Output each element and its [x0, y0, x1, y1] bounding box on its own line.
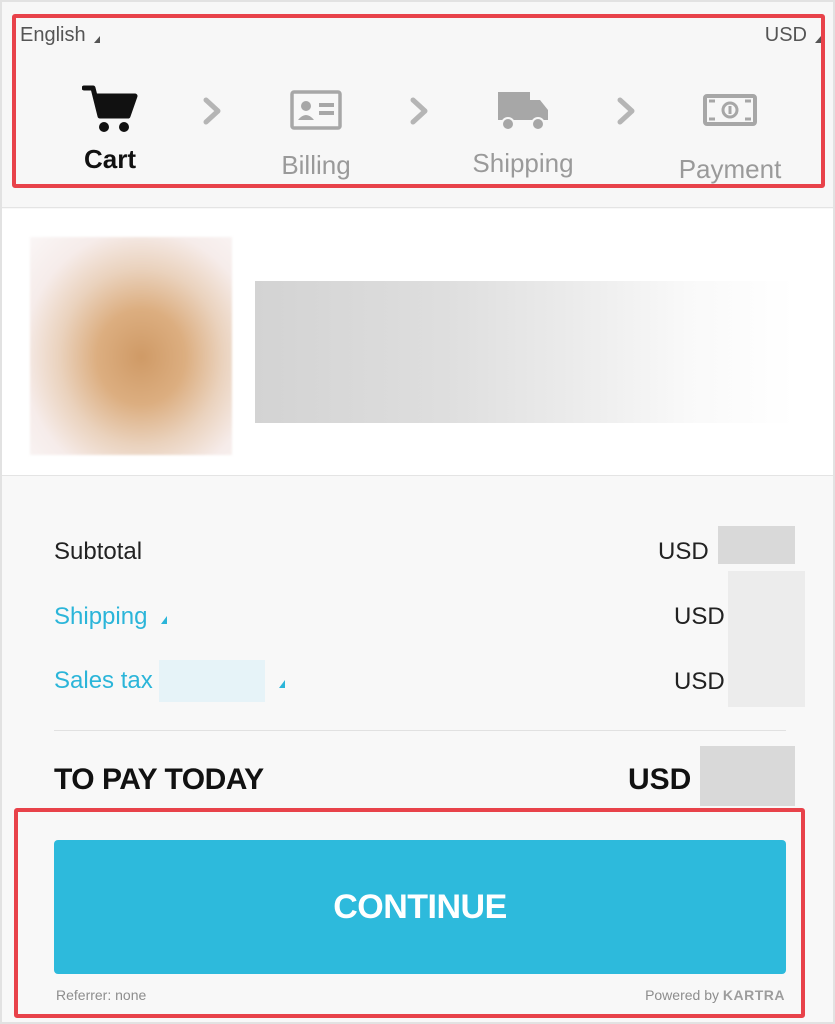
referrer-text: Referrer: none	[56, 987, 147, 1003]
currency-select[interactable]: USD	[765, 24, 821, 47]
id-card-icon	[236, 90, 396, 144]
order-summary: Subtotal USD Shipping USD Sales tax USD …	[2, 477, 833, 807]
checkout-frame: English USD Cart Billing Shipping Paymen…	[0, 0, 835, 1024]
chevron-right-icon	[203, 97, 221, 125]
shipping-row: Shipping USD	[54, 597, 794, 637]
language-value: English	[20, 24, 86, 46]
chevron-right-icon	[410, 97, 428, 125]
checkout-steps: Cart Billing Shipping Payment	[2, 84, 833, 184]
shipping-toggle[interactable]: Shipping	[54, 603, 168, 631]
cart-product	[2, 209, 833, 476]
language-select[interactable]: English	[20, 24, 100, 47]
sales-tax-label: Sales tax	[54, 667, 153, 694]
step-shipping[interactable]: Shipping	[443, 84, 603, 179]
chevron-right-icon	[617, 97, 635, 125]
step-billing[interactable]: Billing	[236, 84, 396, 181]
step-cart[interactable]: Cart	[30, 84, 190, 175]
total-label: TO PAY TODAY	[54, 763, 264, 796]
total-amount-redacted	[700, 746, 795, 806]
step-payment[interactable]: Payment	[650, 84, 810, 185]
powered-prefix: Powered by	[645, 987, 719, 1003]
shipping-label: Shipping	[54, 603, 148, 630]
product-image	[30, 237, 232, 455]
banknote-icon	[650, 94, 810, 148]
product-details-redacted	[255, 281, 795, 423]
tax-rate-redacted	[158, 660, 265, 702]
powered-by: Powered by KARTRA	[645, 987, 785, 1003]
subtotal-amount-redacted	[718, 526, 795, 564]
continue-section: CONTINUE Referrer: none Powered by KARTR…	[2, 807, 833, 1022]
subtotal-label: Subtotal	[54, 538, 143, 565]
sales-tax-toggle[interactable]: Sales tax	[54, 660, 285, 702]
total-currency: USD	[628, 763, 692, 796]
kartra-logo: KARTRA	[722, 987, 785, 1003]
currency-value: USD	[764, 24, 807, 46]
sales-tax-dropdown-icon	[278, 680, 285, 688]
sales-tax-row: Sales tax USD	[54, 660, 794, 702]
subtotal-row: Subtotal USD	[54, 532, 794, 572]
continue-button[interactable]: CONTINUE	[54, 840, 786, 974]
step-label: Shipping	[472, 148, 574, 178]
step-label: Payment	[678, 154, 782, 184]
cart-icon	[30, 84, 190, 138]
language-dropdown-icon	[93, 36, 100, 43]
truck-icon	[443, 88, 603, 142]
step-label: Cart	[83, 144, 136, 174]
shipping-tax-amount-redacted	[728, 571, 805, 707]
subtotal-currency: USD	[658, 538, 709, 565]
sales-tax-currency: USD	[674, 668, 725, 695]
summary-divider	[54, 730, 786, 731]
currency-dropdown-icon	[815, 36, 821, 43]
shipping-currency: USD	[674, 603, 725, 630]
checkout-header: English USD Cart Billing Shipping Paymen…	[2, 2, 833, 208]
shipping-dropdown-icon	[161, 616, 168, 624]
step-label: Billing	[281, 150, 351, 180]
